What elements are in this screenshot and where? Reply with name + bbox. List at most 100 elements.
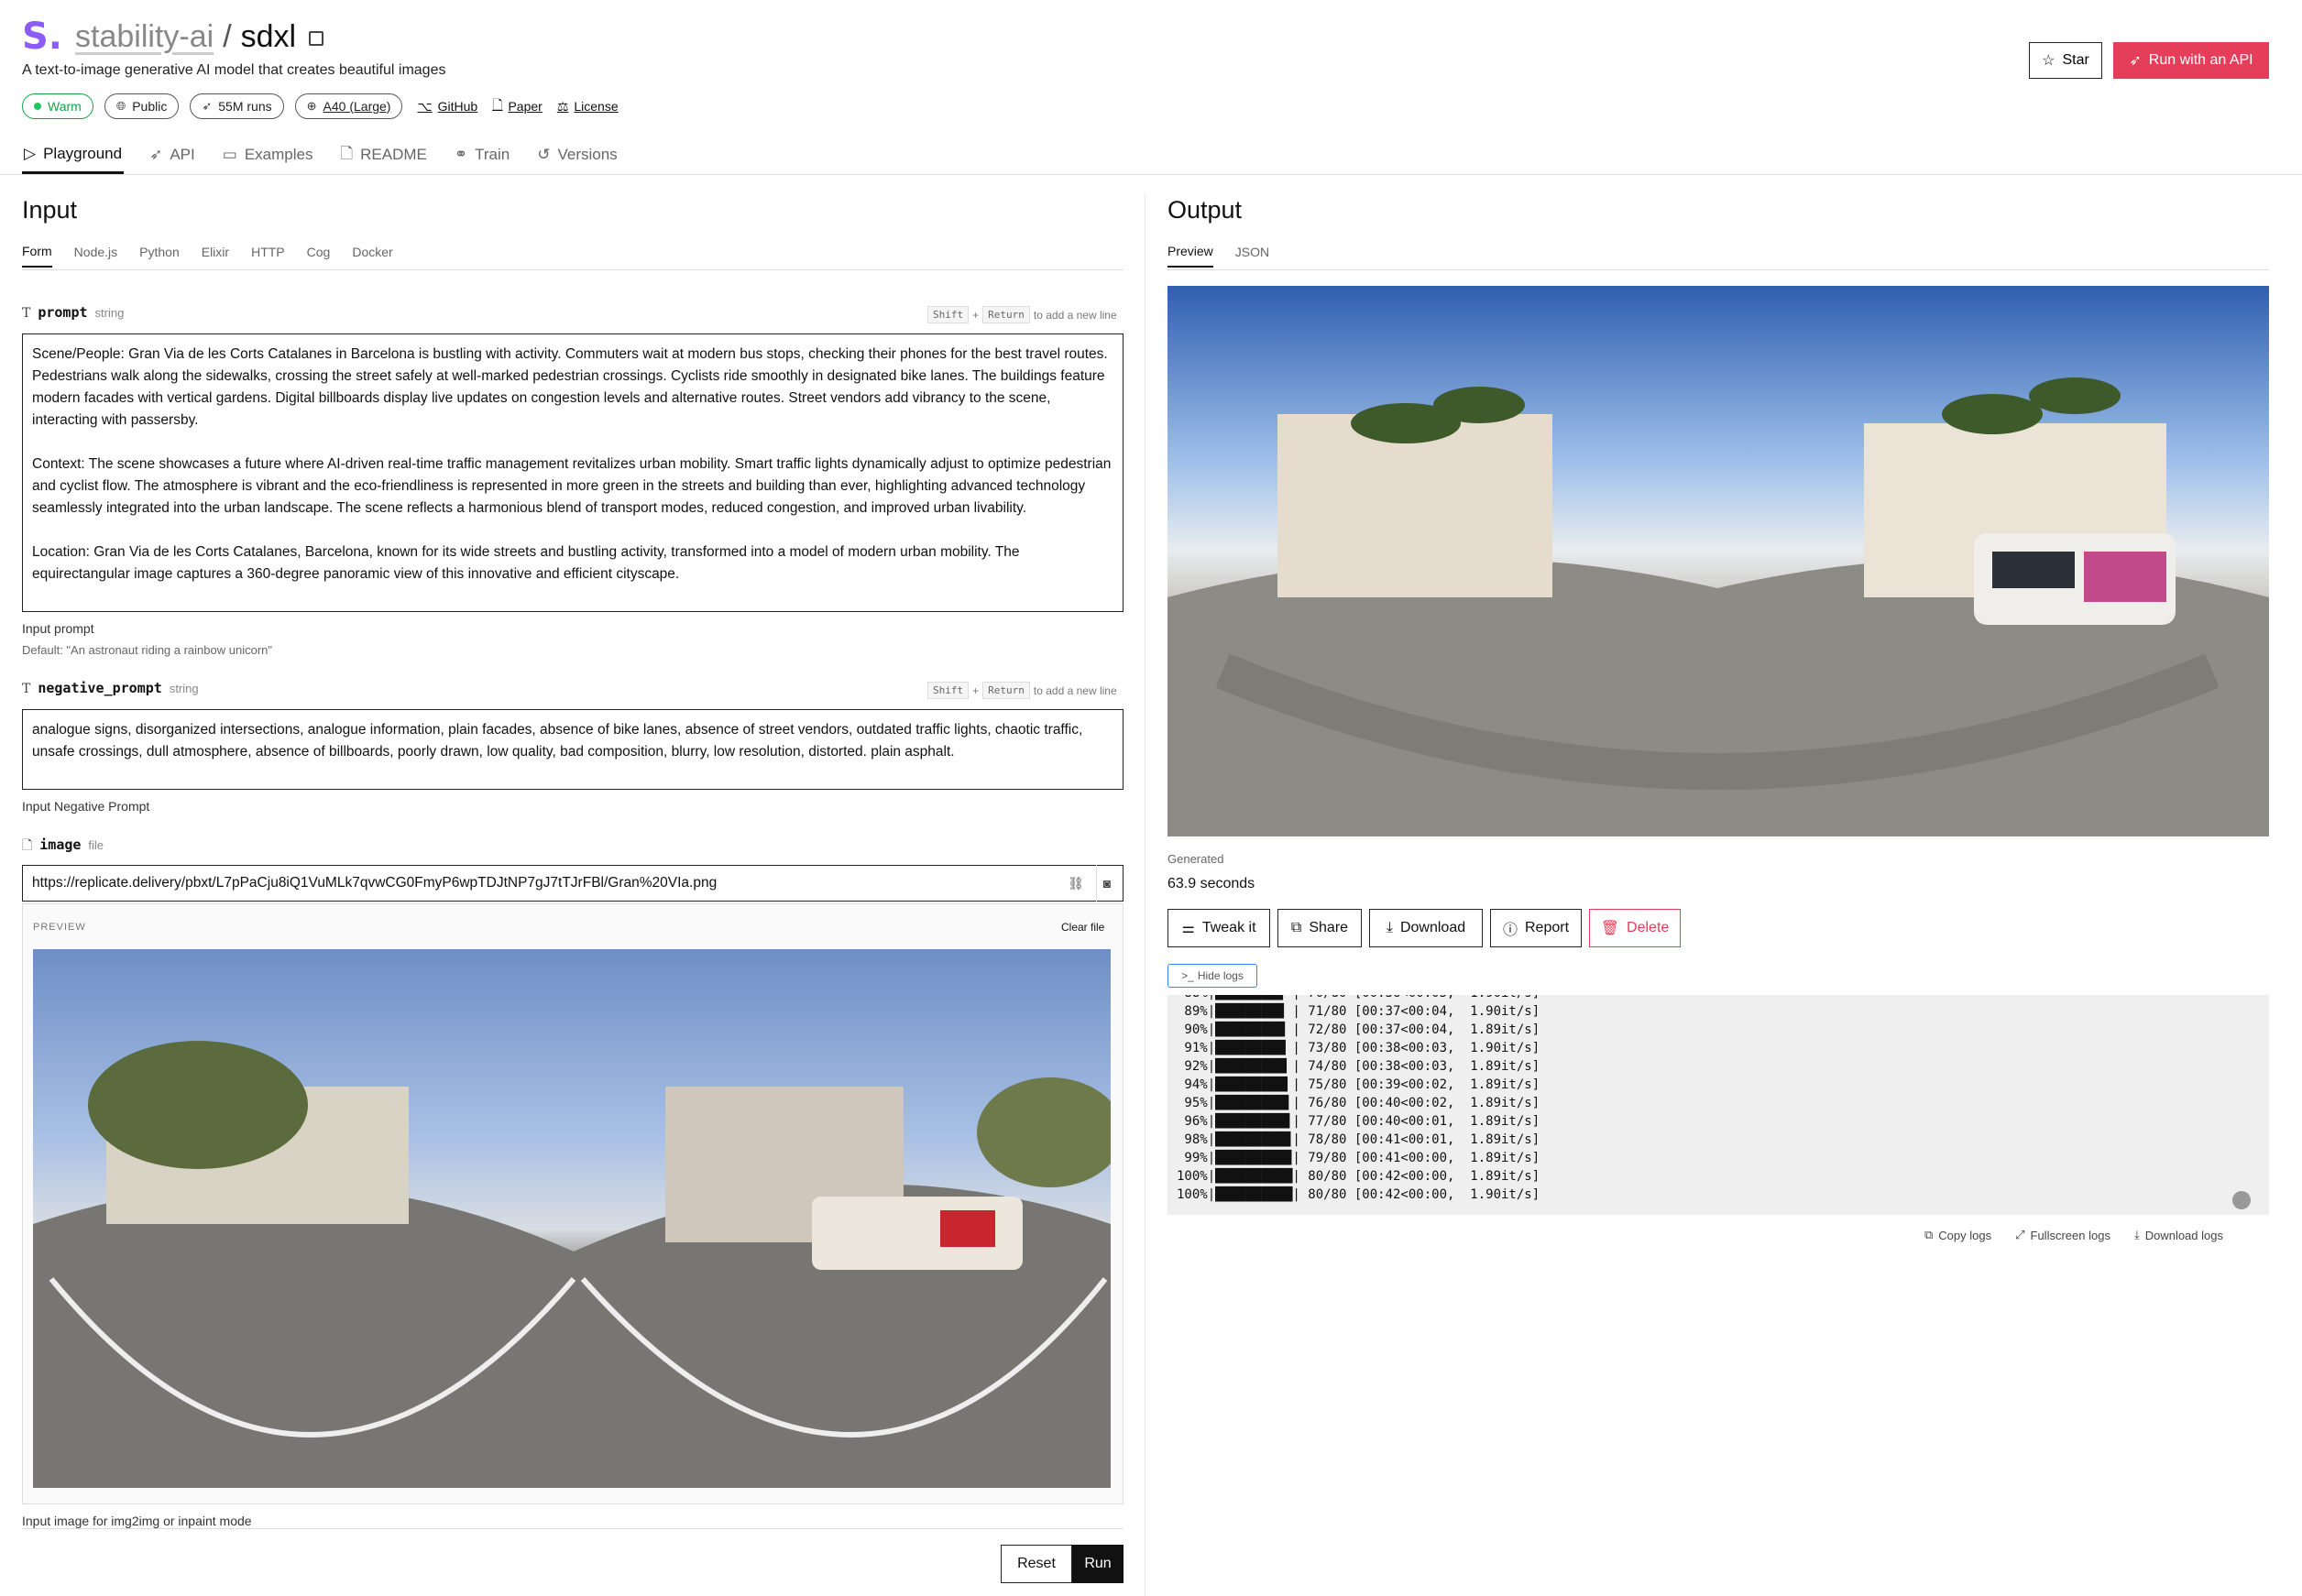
link-icon[interactable]: ⛓︎: [1065, 872, 1087, 894]
scroll-indicator-icon[interactable]: [2232, 1191, 2251, 1209]
preview-label: PREVIEW: [33, 922, 86, 933]
subtab-json[interactable]: JSON: [1235, 236, 1269, 268]
tab-label: Playground: [43, 144, 123, 162]
reset-button[interactable]: Reset: [1001, 1545, 1072, 1583]
tab-versions[interactable]: ↺ Versions: [535, 136, 619, 174]
output-panorama-image[interactable]: [1167, 286, 2269, 836]
generated-time: 63.9 seconds: [1167, 876, 1255, 891]
log-line: 98%|█████████▊| 78/80 [00:41<00:01, 1.89…: [1177, 1132, 1540, 1147]
shift-key: Shift: [927, 682, 970, 699]
share-icon: ⧉: [1290, 920, 1302, 935]
prompt-textarea[interactable]: Scene/People: Gran Via de les Corts Cata…: [22, 333, 1124, 612]
clear-file-button[interactable]: Clear file: [1061, 921, 1104, 934]
image-label: 🗋︎ image file: [22, 836, 104, 858]
tab-label: Train: [475, 146, 510, 163]
hide-logs-label: Hide logs: [1197, 969, 1244, 982]
url-input-actions: ⛓︎ ◙: [1065, 872, 1118, 894]
hint-plus: +: [972, 683, 980, 697]
paper-link[interactable]: 🗋︎ Paper: [492, 95, 543, 117]
subtab-python[interactable]: Python: [139, 236, 180, 268]
tweak-button-label: Tweak it: [1201, 920, 1256, 935]
log-line: 90%|█████████ | 72/80 [00:37<00:04, 1.89…: [1177, 1022, 1540, 1037]
delete-button[interactable]: 🗑︎ Delete: [1589, 909, 1681, 947]
download-button[interactable]: ⤓ Download: [1369, 909, 1483, 947]
tab-playground[interactable]: ▷ Playground: [22, 136, 125, 174]
tweak-button[interactable]: ⚌ Tweak it: [1167, 909, 1270, 947]
subtab-http[interactable]: HTTP: [251, 236, 285, 268]
log-line: 96%|█████████▋| 77/80 [00:40<00:01, 1.89…: [1177, 1114, 1540, 1129]
hint-plus: +: [972, 308, 980, 322]
download-icon: ⤓: [2133, 1228, 2140, 1241]
org-link[interactable]: stability-ai: [75, 19, 214, 55]
tab-label: Examples: [244, 146, 313, 163]
tab-label: API: [170, 146, 195, 163]
output-title: Output: [1167, 196, 1243, 224]
tab-label: README: [360, 146, 427, 163]
output-subtab-divider: [1167, 269, 2269, 270]
copy-logs-button[interactable]: ⧉ Copy logs: [1924, 1228, 1991, 1242]
hardware-badge[interactable]: ⊕ A40 (Large): [294, 93, 403, 119]
tab-train[interactable]: ⚭ Train: [453, 136, 511, 174]
text-type-icon: T: [22, 682, 31, 696]
input-title: Input: [22, 196, 78, 224]
log-line: 99%|█████████▉| 79/80 [00:41<00:00, 1.89…: [1177, 1151, 1540, 1165]
tab-api[interactable]: ➶ API: [148, 136, 197, 174]
subtab-preview[interactable]: Preview: [1167, 236, 1213, 268]
prompt-field-name: prompt: [38, 304, 88, 321]
subtab-elixir[interactable]: Elixir: [202, 236, 229, 268]
document-icon: 🗋︎: [492, 97, 503, 112]
copy-icon[interactable]: [309, 31, 324, 46]
run-button[interactable]: Run: [1072, 1545, 1124, 1583]
log-line: 100%|██████████| 80/80 [00:42<00:00, 1.9…: [1177, 1187, 1540, 1202]
hardware-badge-label: A40 (Large): [323, 99, 391, 114]
prompt-label: T prompt string: [22, 304, 124, 321]
sliders-icon: ⚌: [1181, 921, 1195, 936]
negative-prompt-textarea[interactable]: analogue signs, disorganized intersectio…: [22, 709, 1124, 790]
subtab-nodejs[interactable]: Node.js: [74, 236, 117, 268]
hide-logs-button[interactable]: >_ Hide logs: [1167, 964, 1257, 988]
status-dot-icon: [34, 103, 41, 110]
report-button[interactable]: ⓘ Report: [1490, 909, 1582, 947]
newline-hint: Shift + Return to add a new line: [927, 682, 1117, 699]
runs-badge-label: 55M runs: [218, 99, 272, 114]
tab-divider: [0, 174, 2302, 175]
run-with-api-button[interactable]: ➶ Run with an API: [2113, 42, 2269, 79]
report-button-label: Report: [1524, 920, 1570, 935]
copy-logs-label: Copy logs: [1938, 1228, 1992, 1242]
fullscreen-logs-label: Fullscreen logs: [2030, 1228, 2110, 1242]
subtab-cog[interactable]: Cog: [307, 236, 331, 268]
subtab-docker[interactable]: Docker: [352, 236, 392, 268]
download-logs-button[interactable]: ⤓ Download logs: [2134, 1228, 2223, 1242]
github-link[interactable]: ⌥ GitHub: [417, 99, 477, 115]
image-url-input[interactable]: https://replicate.delivery/pbxt/L7pPaCju…: [22, 865, 1124, 902]
tab-examples[interactable]: ▭ Examples: [221, 136, 315, 174]
prompt-help: Input prompt: [22, 621, 94, 636]
input-subtabs: Form Node.js Python Elixir HTTP Cog Dock…: [22, 236, 393, 268]
document-icon: 🗋︎: [340, 144, 354, 162]
return-key: Return: [982, 306, 1030, 323]
star-button-label: Star: [2062, 52, 2089, 68]
logs-panel[interactable]: 88%|████████▊ | 70/80 [00:36<00:05, 1.90…: [1167, 995, 2269, 1215]
license-link[interactable]: ⚖︎ License: [557, 99, 619, 115]
info-icon: ⓘ: [1502, 923, 1518, 938]
prompt-field-type: string: [94, 306, 125, 320]
copy-icon: ⧉: [1924, 1228, 1934, 1241]
examples-icon: ▭: [222, 146, 237, 163]
camera-icon[interactable]: ◙: [1096, 872, 1118, 894]
share-button[interactable]: ⧉ Share: [1277, 909, 1362, 947]
subtab-form[interactable]: Form: [22, 236, 52, 268]
visibility-badge: 🌐︎ Public: [104, 93, 180, 119]
negative-prompt-field-name: negative_prompt: [38, 680, 162, 696]
title-separator: /: [223, 18, 232, 54]
tab-readme[interactable]: 🗋︎ README: [338, 136, 428, 174]
output-panorama-illustration: [1167, 377, 2269, 836]
org-logo[interactable]: S.: [22, 16, 62, 58]
rocket-icon: ➶: [202, 99, 213, 113]
star-button[interactable]: ☆ Star: [2029, 42, 2102, 79]
runs-badge: ➶ 55M runs: [190, 93, 284, 119]
run-with-api-label: Run with an API: [2148, 52, 2253, 68]
log-line: 95%|█████████▌| 76/80 [00:40<00:02, 1.89…: [1177, 1096, 1540, 1110]
input-footer-divider: [22, 1528, 1124, 1529]
fullscreen-logs-button[interactable]: ⤢ Fullscreen logs: [2015, 1228, 2110, 1242]
rocket-icon: ➶: [149, 146, 163, 163]
